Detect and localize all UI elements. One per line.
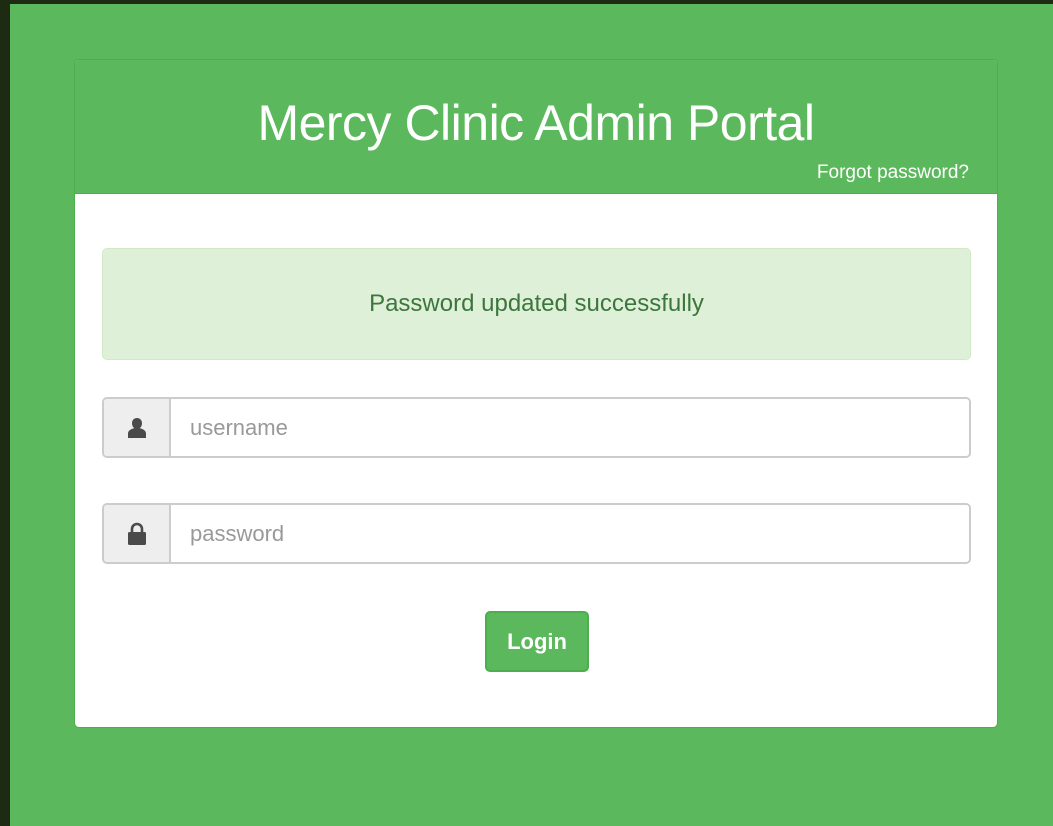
success-alert: Password updated successfully xyxy=(102,248,971,360)
password-input-group xyxy=(102,503,971,564)
forgot-password-link[interactable]: Forgot password? xyxy=(817,162,969,184)
panel-heading: Mercy Clinic Admin Portal Forgot passwor… xyxy=(75,60,997,194)
password-input[interactable] xyxy=(171,505,969,562)
alert-message: Password updated successfully xyxy=(369,290,704,317)
page-title: Mercy Clinic Admin Portal xyxy=(257,95,815,151)
username-input-group xyxy=(102,397,971,458)
login-panel: Mercy Clinic Admin Portal Forgot passwor… xyxy=(74,59,998,728)
login-button[interactable]: Login xyxy=(485,611,589,672)
username-input[interactable] xyxy=(171,399,969,456)
user-icon xyxy=(127,417,146,438)
password-addon xyxy=(104,505,171,562)
lock-icon xyxy=(127,522,146,545)
username-addon xyxy=(104,399,171,456)
